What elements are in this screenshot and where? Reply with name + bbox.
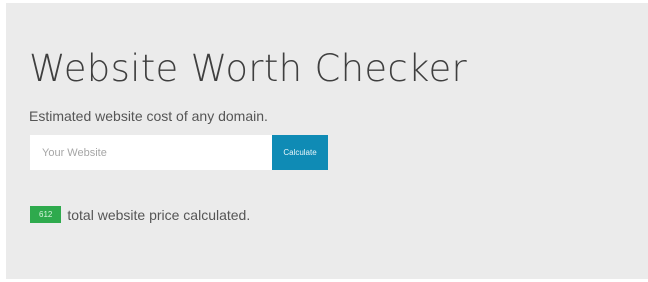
hero-panel: Website Worth Checker Estimated website … [6, 3, 648, 279]
count-badge: 612 [30, 206, 62, 223]
worth-check-form: Calculate [30, 135, 328, 170]
website-input[interactable] [30, 135, 272, 170]
page-subtitle: Estimated website cost of any domain. [29, 108, 268, 124]
stats-text: total website price calculated. [67, 206, 251, 223]
page-title: Website Worth Checker [29, 47, 468, 90]
stats-line: 612 total website price calculated. [30, 206, 250, 223]
calculate-button[interactable]: Calculate [272, 135, 328, 170]
